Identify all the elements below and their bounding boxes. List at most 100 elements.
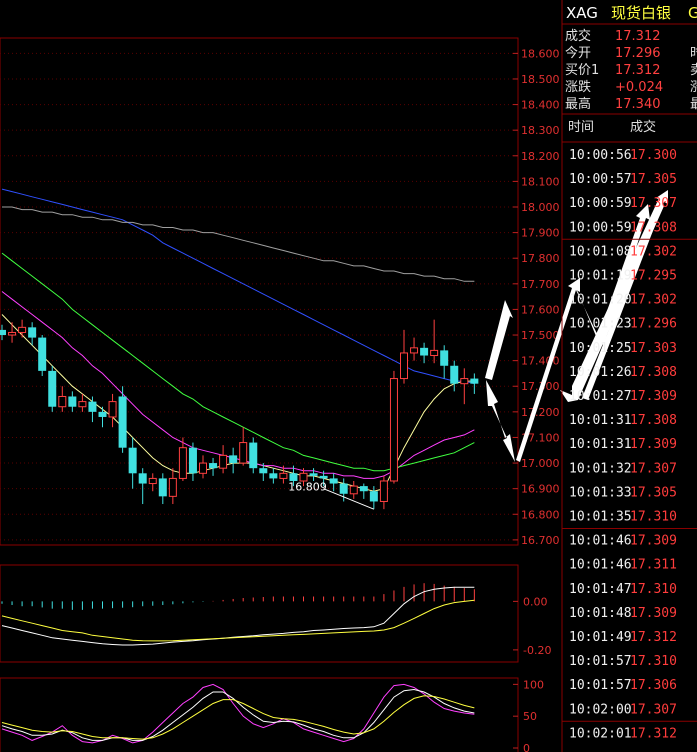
- candle-body-down: [369, 491, 378, 502]
- price-tick-label: 17.000: [521, 457, 560, 470]
- tick-price: 17.305: [630, 485, 677, 500]
- macd-tick-label: -0.20: [523, 644, 551, 657]
- tick-price: 17.300: [630, 148, 677, 163]
- tick-time: 10:01:27: [569, 389, 632, 404]
- tick-price: 17.295: [630, 269, 677, 284]
- tick-time: 10:01:49: [569, 630, 632, 645]
- candle-body-down: [359, 486, 368, 492]
- price-tick-label: 18.500: [521, 73, 560, 86]
- tick-time: 10:01:08: [569, 244, 632, 259]
- price-tick-label: 18.000: [521, 201, 560, 214]
- tick-price: 17.309: [630, 606, 677, 621]
- quote-cut-label: 卖: [690, 63, 697, 78]
- candle-body-up: [78, 401, 87, 408]
- quote-cut-label: 时: [690, 46, 697, 61]
- candle-body-down: [138, 473, 147, 484]
- tick-time: 10:02:00: [569, 702, 632, 717]
- candle-body-down: [309, 473, 318, 476]
- tick-col-time: 时间: [568, 120, 594, 135]
- tick-price: 17.303: [630, 341, 677, 356]
- kdj-tick-label: 100: [523, 678, 544, 691]
- tick-time: 10:02:01: [569, 726, 632, 741]
- candle-body-up: [430, 349, 439, 357]
- tick-price: 17.308: [630, 220, 677, 235]
- candle-body-down: [329, 478, 338, 484]
- price-tick-label: 17.200: [521, 406, 560, 419]
- candle-body-up: [389, 378, 398, 482]
- tick-time: 10:01:35: [569, 510, 632, 525]
- candle-body-up: [8, 331, 17, 336]
- candle-body-up: [178, 447, 187, 479]
- candle-body-up: [400, 352, 408, 380]
- tick-price: 17.311: [630, 558, 677, 573]
- candle-body-up: [379, 480, 388, 502]
- price-tick-label: 17.900: [521, 227, 560, 240]
- candle-body-down: [188, 447, 197, 474]
- candle-body-down: [68, 396, 77, 407]
- quote-value: 17.296: [615, 46, 661, 61]
- price-tick-label: 17.600: [521, 303, 560, 316]
- quote-value: 17.312: [615, 29, 661, 44]
- price-tick-label: 18.300: [521, 124, 560, 137]
- candle-body-up: [460, 378, 469, 385]
- tick-price: 17.307: [630, 702, 677, 717]
- candle-body-down: [470, 378, 479, 384]
- tick-price: 17.312: [630, 630, 677, 645]
- tick-price: 17.310: [630, 582, 677, 597]
- candle-body-down: [259, 468, 268, 474]
- quote-label: 涨跌: [565, 79, 591, 95]
- macd-tick-label: 0.00: [523, 595, 548, 608]
- tick-price: 17.307: [630, 196, 677, 211]
- tick-price: 17.309: [630, 389, 677, 404]
- quote-label: 今开: [565, 45, 591, 61]
- tick-price: 17.307: [630, 461, 677, 476]
- tick-price: 17.309: [630, 437, 677, 452]
- candle-body-down: [319, 475, 328, 479]
- candle-body-down: [0, 329, 6, 336]
- symbol-code: XAG: [566, 4, 598, 22]
- price-tick-label: 18.400: [521, 99, 560, 112]
- candle-body-up: [168, 477, 177, 497]
- trading-chart: 18.600 18.500 18.400 18.300 18.200 18.100 18.0…: [0, 0, 697, 752]
- tick-price: 17.310: [630, 654, 677, 669]
- quote-label: 最高: [565, 96, 591, 112]
- tick-price: 17.308: [630, 365, 677, 380]
- tick-time: 10:01:20: [569, 293, 632, 308]
- tick-time: 10:00:59: [569, 220, 632, 235]
- tick-time: 10:00:56: [569, 148, 632, 163]
- candle-body-down: [450, 365, 459, 384]
- tick-price: 17.306: [630, 678, 677, 693]
- tick-time: 10:01:46: [569, 558, 632, 573]
- price-tick-label: 17.800: [521, 252, 560, 265]
- candle-body-up: [279, 472, 288, 479]
- tick-price: 17.309: [630, 534, 677, 549]
- tick-time: 10:01:25: [569, 341, 632, 356]
- tick-price: 17.312: [630, 726, 677, 741]
- candle-body-up: [349, 485, 358, 495]
- candle-body-down: [158, 478, 167, 497]
- price-tick-label: 18.200: [521, 150, 560, 163]
- candle-body-down: [48, 370, 57, 407]
- price-tick-label: 16.900: [521, 483, 560, 496]
- candle-body-down: [128, 447, 137, 474]
- quote-value: 17.340: [615, 97, 661, 112]
- tick-time: 10:00:57: [569, 172, 632, 187]
- price-tick-label: 16.800: [521, 508, 560, 521]
- tick-price: 17.302: [630, 293, 677, 308]
- candle-body-down: [28, 327, 37, 338]
- candle-body-down: [209, 463, 218, 469]
- kdj-tick-label: 50: [523, 710, 537, 723]
- candle-body-down: [269, 473, 278, 479]
- tick-price: 17.308: [630, 413, 677, 428]
- tick-price: 17.296: [630, 317, 677, 332]
- candle-body-down: [98, 411, 107, 417]
- candle-body-up: [108, 401, 117, 418]
- tick-price: 17.310: [630, 510, 677, 525]
- tick-time: 10:01:46: [569, 534, 632, 549]
- candle-body-down: [118, 396, 127, 448]
- tick-time: 10:01:31: [569, 413, 632, 428]
- tick-time: 10:01:32: [569, 461, 632, 476]
- quote-label: 成交: [565, 28, 591, 44]
- price-tick-label: 18.600: [521, 47, 560, 60]
- tick-time: 10:01:57: [569, 654, 632, 669]
